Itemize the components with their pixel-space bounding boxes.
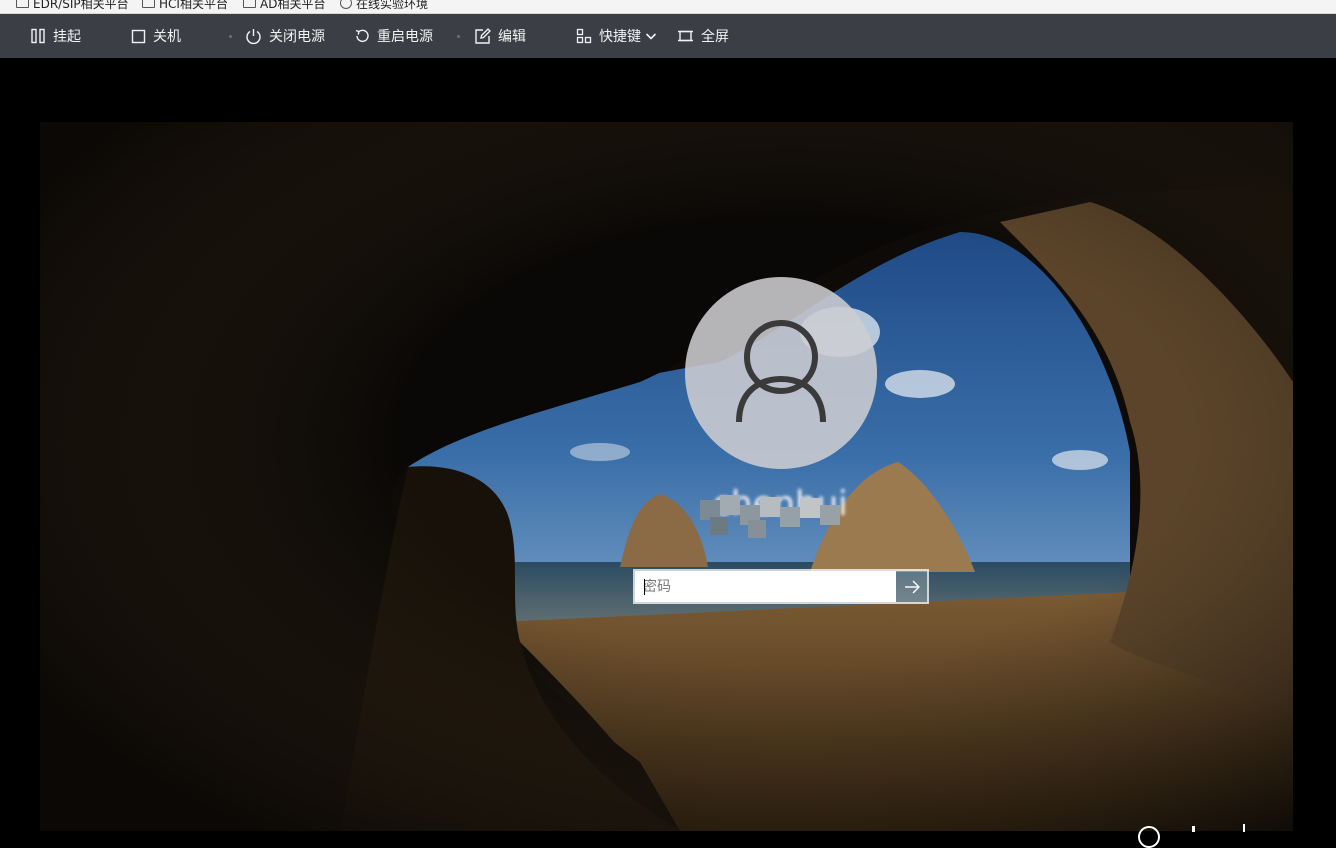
bookmark-label: 在线实验环境 [356, 0, 429, 11]
chevron-down-icon [645, 33, 657, 40]
restart-icon [355, 29, 369, 42]
folder-icon [243, 0, 256, 8]
shortcuts-dropdown[interactable]: 快捷键 [576, 14, 657, 58]
bookmarks-bar: EDR/SIP相关平台 HCI相关平台 AD相关平台 在线实验环境 [0, 0, 1336, 14]
folder-icon [16, 0, 29, 8]
submit-arrow-button[interactable] [896, 571, 927, 602]
bookmark-online-lab[interactable]: 在线实验环境 [340, 0, 428, 11]
network-icon[interactable] [1192, 826, 1195, 832]
bookmark-label: AD相关平台 [260, 0, 326, 11]
edit-icon [475, 27, 491, 44]
text-caret [644, 579, 645, 595]
restart-label: 重启电源 [377, 29, 433, 45]
vm-console-toolbar: 挂起 关机 关闭电源 重启电源 编辑 快捷键 全屏 [0, 14, 1336, 58]
shortcut-keys-icon [576, 28, 592, 44]
suspend-label: 挂起 [53, 29, 81, 45]
arrow-right-icon [904, 580, 920, 593]
bookmark-label: HCI相关平台 [159, 0, 228, 11]
lockscreen-wallpaper [40, 122, 1293, 831]
password-box [633, 569, 929, 604]
restart-button[interactable]: 重启电源 [354, 14, 433, 58]
bookmark-label: EDR/SIP相关平台 [33, 0, 129, 11]
user-avatar [685, 277, 877, 469]
bookmark-ad[interactable]: AD相关平台 [243, 0, 325, 11]
power-off-label: 关闭电源 [269, 29, 325, 45]
power-icon [246, 28, 261, 44]
separator-dot [229, 35, 232, 38]
edit-button[interactable]: 编辑 [474, 14, 526, 58]
suspend-button[interactable]: 挂起 [30, 14, 81, 58]
fullscreen-icon [678, 30, 693, 42]
fullscreen-label: 全屏 [701, 29, 729, 45]
fullscreen-button[interactable]: 全屏 [677, 14, 729, 58]
remote-screen[interactable]: chenhui [0, 58, 1336, 831]
pause-icon [31, 28, 45, 44]
password-input[interactable] [635, 571, 896, 602]
bookmark-edr-sip[interactable]: EDR/SIP相关平台 [16, 0, 129, 11]
bookmark-hci[interactable]: HCI相关平台 [142, 0, 228, 11]
stop-icon [131, 29, 146, 43]
accessibility-icon[interactable] [1138, 826, 1160, 848]
shortcuts-label: 快捷键 [599, 29, 641, 45]
globe-icon [340, 0, 352, 9]
power-off-button[interactable]: 关闭电源 [245, 14, 325, 58]
separator-dot [457, 35, 460, 38]
shutdown-label: 关机 [153, 29, 181, 45]
edit-label: 编辑 [498, 29, 526, 45]
folder-icon [142, 0, 155, 8]
username-mosaic [700, 495, 870, 540]
user-icon [736, 320, 826, 423]
shutdown-button[interactable]: 关机 [131, 14, 181, 58]
